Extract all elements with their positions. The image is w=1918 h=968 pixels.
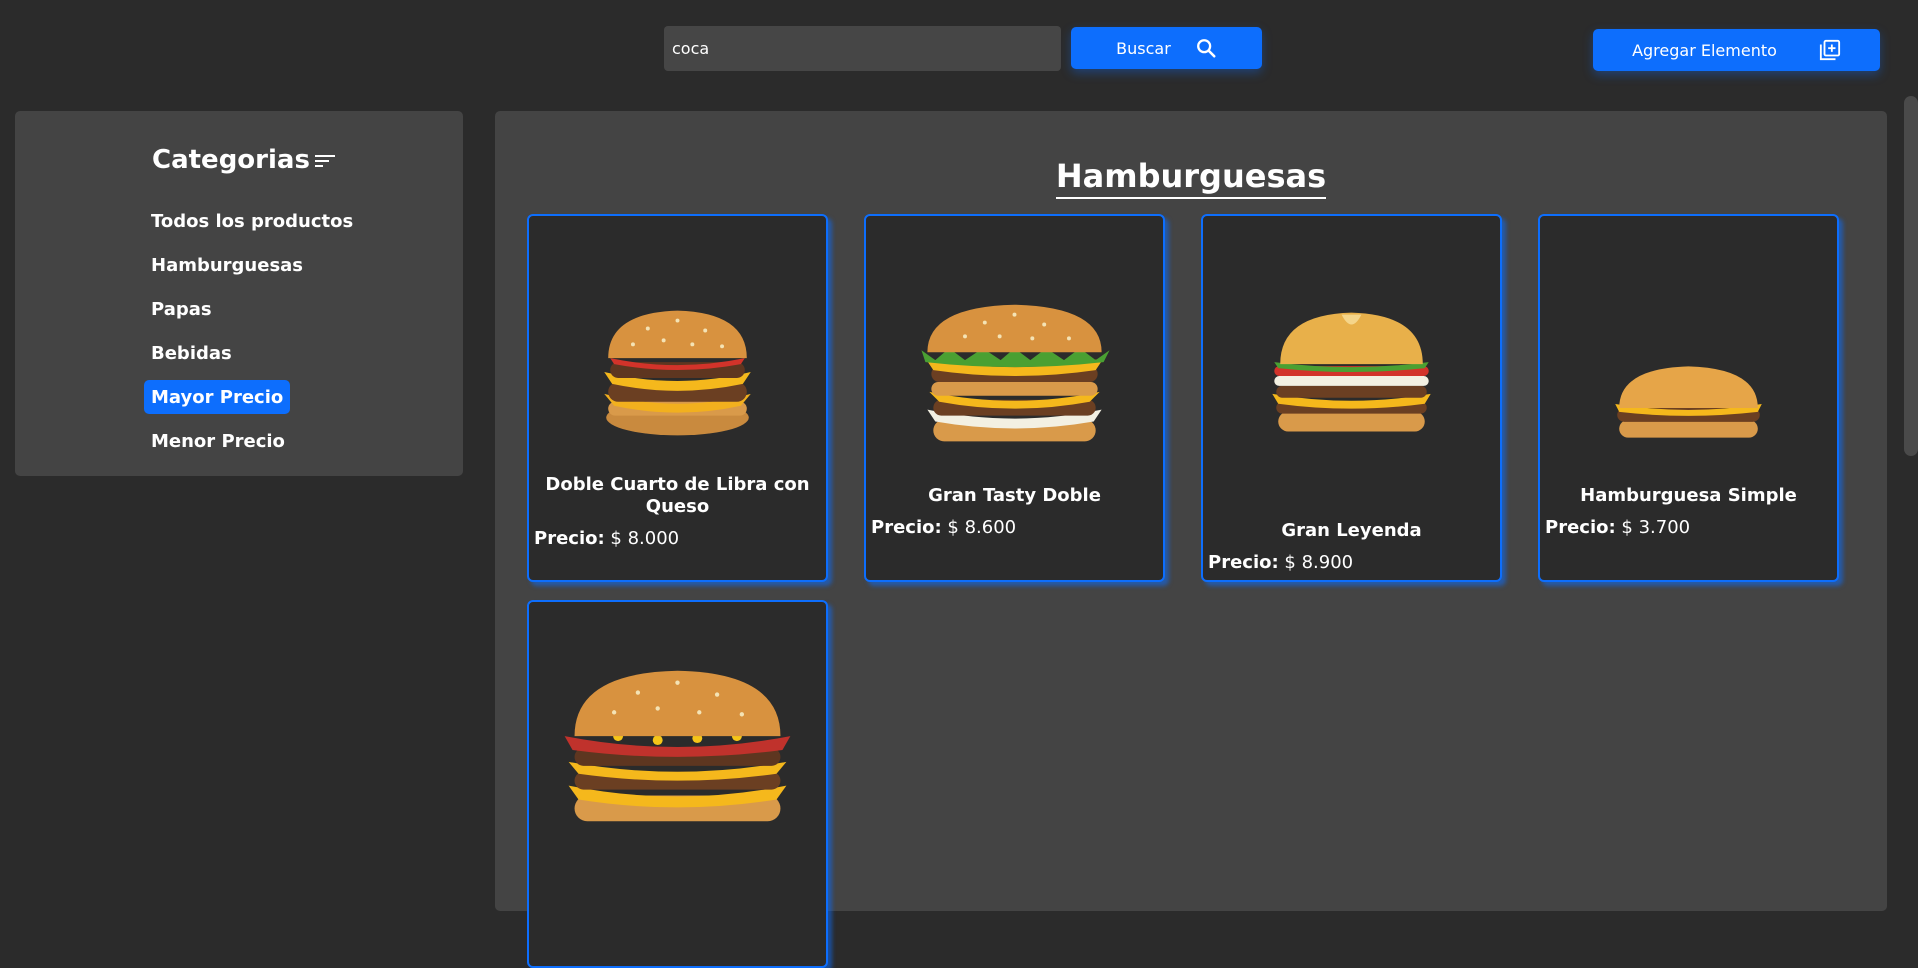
search-button[interactable]: Buscar: [1071, 27, 1262, 69]
burger-image: [1615, 366, 1762, 438]
burger-image: [1272, 312, 1431, 432]
price-label: Precio:: [534, 528, 605, 549]
search-button-label: Buscar: [1116, 38, 1171, 58]
section-title-label: Hamburguesas: [1055, 157, 1327, 199]
product-card[interactable]: Gran Tasty Doble Precio: $ 8.600: [864, 214, 1165, 582]
burger-image: [604, 310, 751, 436]
filter-icon: [314, 155, 335, 167]
price-label: Precio:: [871, 517, 942, 538]
scrollbar-thumb[interactable]: [1904, 96, 1918, 456]
category-hamburgers[interactable]: Hamburguesas: [144, 248, 310, 282]
price-value: $ 8.600: [947, 517, 1017, 538]
price-value: $ 8.000: [610, 528, 680, 549]
product-name: Hamburguesa Simple: [1580, 485, 1797, 506]
sidebar-title-label: Categorias: [152, 145, 310, 175]
filter-lowest-price[interactable]: Menor Precio: [144, 424, 292, 458]
product-price: Precio: $ 3.700: [1545, 517, 1690, 538]
sidebar-title: Categorias: [152, 145, 336, 175]
filter-highest-price[interactable]: Mayor Precio: [144, 380, 291, 414]
price-value: $ 8.900: [1284, 552, 1354, 573]
top-bar: Buscar Agregar Elemento: [0, 0, 1918, 100]
product-name: Gran Tasty Doble: [928, 485, 1101, 506]
category-fries[interactable]: Papas: [144, 292, 219, 326]
product-card[interactable]: [527, 600, 828, 968]
add-item-button[interactable]: Agregar Elemento: [1593, 29, 1880, 71]
product-name: Gran Leyenda: [1281, 520, 1422, 541]
price-value: $ 3.700: [1621, 517, 1691, 538]
categories-sidebar: Categorias Todos los productos Hamburgue…: [15, 111, 463, 476]
category-all-products[interactable]: Todos los productos: [144, 204, 360, 238]
search-input[interactable]: [664, 26, 1061, 71]
section-title: Hamburguesas: [495, 157, 1887, 199]
add-box-icon: [1819, 39, 1840, 61]
add-item-button-label: Agregar Elemento: [1632, 40, 1777, 60]
product-card[interactable]: Doble Cuarto de Libra con Queso Precio: …: [527, 214, 828, 582]
burger-image: [564, 670, 791, 822]
products-panel: Hamburguesas Doble Cuarto de Libra con Q…: [495, 111, 1887, 968]
product-price: Precio: $ 8.900: [1208, 552, 1353, 573]
product-name: Doble Cuarto de Libra con Queso: [545, 474, 810, 517]
price-label: Precio:: [1545, 517, 1616, 538]
product-price: Precio: $ 8.000: [534, 528, 679, 549]
category-drinks[interactable]: Bebidas: [144, 336, 239, 370]
burger-image: [921, 304, 1110, 442]
price-label: Precio:: [1208, 552, 1279, 573]
product-card[interactable]: Hamburguesa Simple Precio: $ 3.700: [1538, 214, 1839, 582]
product-price: Precio: $ 8.600: [871, 517, 1016, 538]
product-card[interactable]: Gran Leyenda Precio: $ 8.900: [1201, 214, 1502, 582]
search-icon: [1196, 39, 1216, 58]
